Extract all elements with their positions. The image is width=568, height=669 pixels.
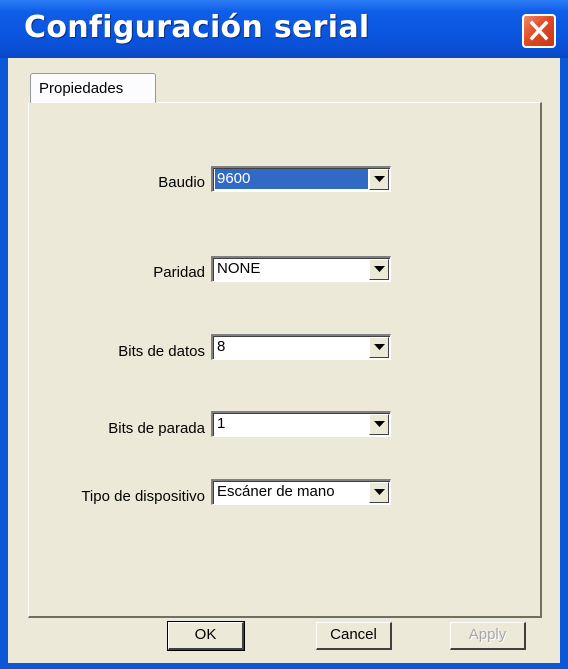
baudio-value: 9600 <box>215 169 368 189</box>
chevron-down-icon <box>374 176 385 182</box>
paridad-value: NONE <box>217 260 261 277</box>
baudio-label: Baudio <box>158 174 205 191</box>
apply-button[interactable]: Apply <box>450 622 526 650</box>
tab-propiedades[interactable]: Propiedades <box>30 73 156 103</box>
tipo-dispositivo-combobox[interactable]: Escáner de mano <box>211 479 391 505</box>
close-icon <box>529 20 549 41</box>
bits-datos-label: Bits de datos <box>118 343 205 360</box>
bits-datos-dropdown-button[interactable] <box>369 337 389 358</box>
paridad-combobox[interactable]: NONE <box>211 256 391 282</box>
chevron-down-icon <box>374 266 385 272</box>
close-button[interactable] <box>522 14 556 48</box>
baudio-combobox[interactable]: 9600 <box>211 166 391 192</box>
bits-parada-combobox[interactable]: 1 <box>211 411 391 437</box>
baudio-dropdown-button[interactable] <box>369 169 389 190</box>
dialog-window: Configuración serial Propiedades Baudio … <box>0 0 568 669</box>
paridad-label: Paridad <box>153 264 205 281</box>
paridad-dropdown-button[interactable] <box>369 259 389 280</box>
chevron-down-icon <box>374 421 385 427</box>
tipo-dispositivo-label: Tipo de dispositivo <box>81 488 205 505</box>
tipo-dispositivo-dropdown-button[interactable] <box>369 482 389 503</box>
cancel-button[interactable]: Cancel <box>316 622 392 650</box>
window-title: Configuración serial <box>24 10 370 45</box>
title-bar[interactable]: Configuración serial <box>0 0 568 58</box>
chevron-down-icon <box>374 489 385 495</box>
tab-panel-propiedades: Baudio 9600 Paridad NONE Bits de datos 8 <box>28 102 542 618</box>
bits-parada-label: Bits de parada <box>108 420 205 437</box>
bits-datos-combobox[interactable]: 8 <box>211 334 391 360</box>
tab-label: Propiedades <box>39 80 124 97</box>
ok-button[interactable]: OK <box>167 621 245 651</box>
tipo-dispositivo-value: Escáner de mano <box>217 483 335 500</box>
bits-datos-value: 8 <box>217 338 226 355</box>
bits-parada-value: 1 <box>217 415 226 432</box>
bits-parada-dropdown-button[interactable] <box>369 414 389 435</box>
dialog-client-area: Propiedades Baudio 9600 Paridad NONE Bit… <box>8 58 560 663</box>
chevron-down-icon <box>374 344 385 350</box>
